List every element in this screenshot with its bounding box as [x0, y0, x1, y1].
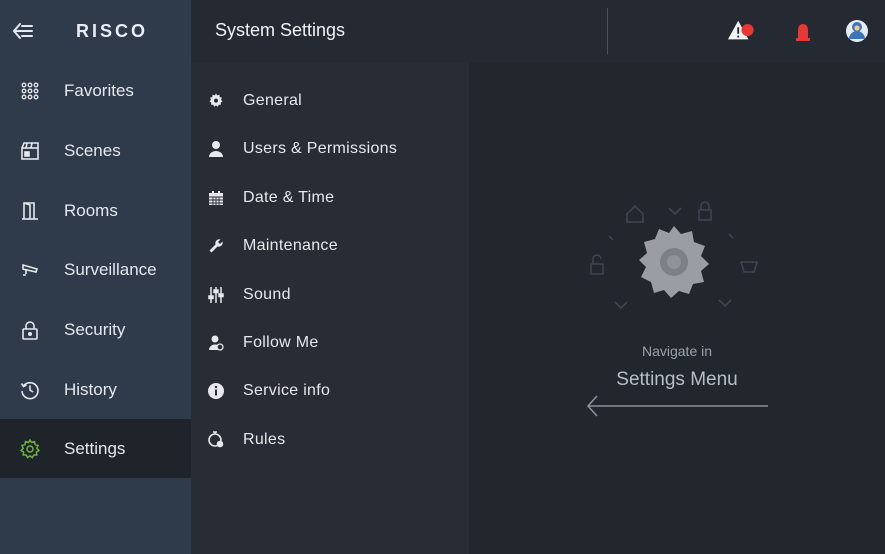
menu-item-label: Date & Time — [243, 189, 335, 206]
user-avatar-icon[interactable] — [843, 17, 871, 45]
menu-item-sound[interactable]: Sound — [191, 272, 469, 318]
sidebar-item-label: Settings — [64, 438, 126, 458]
menu-item-label: Follow Me — [243, 334, 319, 351]
sidebar-item-surveillance[interactable]: Surveillance — [0, 240, 191, 299]
sidebar-item-label: Scenes — [64, 140, 121, 160]
hint-title: Settings Menu — [616, 369, 738, 390]
sidebar-item-label: Favorites — [64, 80, 134, 100]
menu-item-label: Maintenance — [243, 237, 338, 254]
sidebar-item-label: Rooms — [64, 200, 118, 220]
alert-warning-icon[interactable] — [727, 17, 755, 45]
sidebar-item-history[interactable]: History — [0, 360, 191, 419]
menu-item-rules[interactable]: Rules — [191, 417, 469, 463]
sidebar-item-favorites[interactable]: Favorites — [0, 61, 191, 120]
info-icon — [205, 380, 227, 402]
wrench-icon — [205, 235, 227, 257]
lock-icon — [18, 318, 42, 342]
menu-item-users-permissions[interactable]: Users & Permissions — [191, 126, 469, 172]
door-icon — [18, 199, 42, 223]
user-icon — [205, 138, 227, 160]
menu-item-label: Rules — [243, 431, 286, 448]
left-arrow-icon — [586, 395, 768, 417]
sidebar-item-settings[interactable]: Settings — [0, 419, 191, 478]
sidebar: RISCO Favorites Scenes Rooms Surveillanc… — [0, 0, 191, 554]
menu-item-label: Users & Permissions — [243, 140, 398, 157]
menu-item-service-info[interactable]: Service info — [191, 368, 469, 414]
sidebar-header: RISCO — [0, 0, 191, 62]
menu-item-maintenance[interactable]: Maintenance — [191, 223, 469, 269]
sidebar-item-label: Surveillance — [64, 259, 157, 279]
rules-icon — [205, 429, 227, 451]
history-icon — [18, 378, 42, 402]
menu-item-label: Service info — [243, 382, 331, 399]
settings-gear-illustration — [590, 201, 759, 310]
sidebar-item-rooms[interactable]: Rooms — [0, 181, 191, 240]
gear-icon — [18, 437, 42, 461]
divider — [607, 8, 608, 54]
camera-icon — [18, 258, 42, 282]
follow-me-icon — [205, 332, 227, 354]
back-arrow-icon[interactable] — [10, 18, 36, 44]
page-title: System Settings — [215, 20, 346, 40]
sidebar-item-label: Security — [64, 319, 126, 339]
sliders-icon — [205, 284, 227, 306]
menu-item-general[interactable]: General — [191, 78, 469, 124]
hint-text: Navigate in — [641, 343, 713, 359]
menu-item-follow-me[interactable]: Follow Me — [191, 320, 469, 366]
menu-item-label: General — [243, 92, 303, 109]
sidebar-item-label: History — [64, 379, 117, 399]
top-bar: System Settings — [191, 0, 885, 62]
sidebar-item-scenes[interactable]: Scenes — [0, 121, 191, 180]
clapperboard-icon — [18, 139, 42, 163]
sidebar-item-security[interactable]: Security — [0, 300, 191, 359]
grid-icon — [18, 79, 42, 103]
settings-menu: General Users & Permissions Date & Time … — [191, 62, 469, 554]
risco-logo: RISCO — [76, 20, 149, 41]
gear-icon — [205, 90, 227, 112]
calendar-icon — [205, 187, 227, 209]
menu-item-label: Sound — [243, 286, 291, 303]
siren-icon[interactable] — [789, 17, 817, 45]
settings-content-panel: Navigate in Settings Menu — [469, 62, 885, 554]
menu-item-date-time[interactable]: Date & Time — [191, 175, 469, 221]
